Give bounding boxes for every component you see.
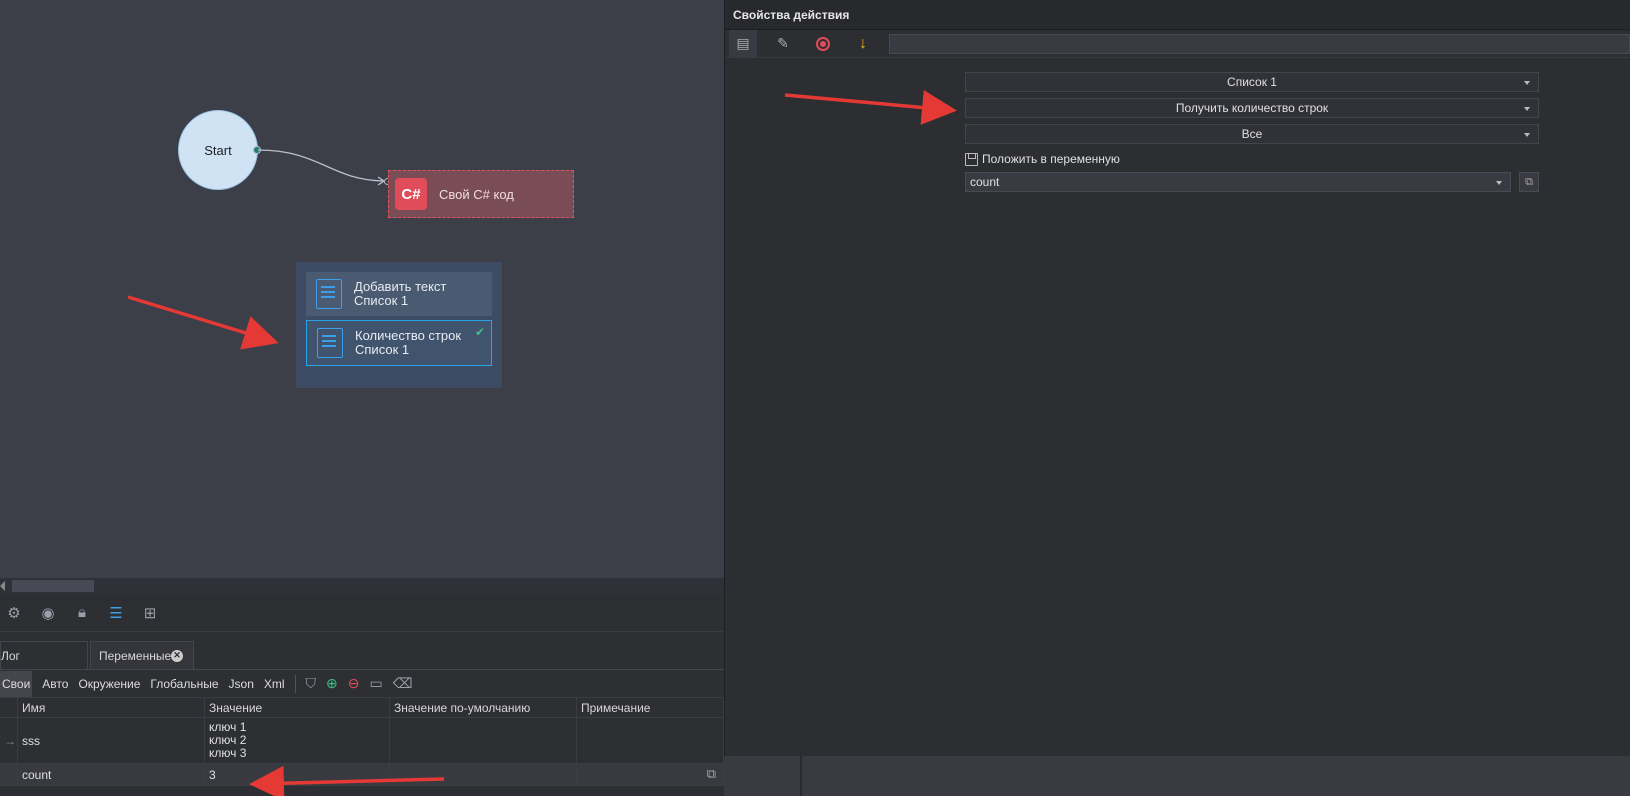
- user-icon[interactable]: ◉: [38, 603, 58, 623]
- properties-form: Список 1 Получить количество строк Все П…: [965, 72, 1539, 192]
- workflow-canvas[interactable]: Start C# Свой C# код Добавить текст Спис…: [0, 0, 724, 578]
- tab-log[interactable]: Лог: [0, 641, 88, 669]
- panel-toolbar: ▤ ✎ ↓: [725, 29, 1630, 58]
- bottom-panel: ⚙ ◉ 🔒︎ ☰ ⊞ Лог Переменные ✕ Свои Авто Ок…: [0, 594, 724, 796]
- add-frame-icon[interactable]: ⊞: [140, 603, 160, 623]
- table-header: Имя Значение Значение по-умолчанию Приме…: [0, 698, 724, 718]
- row-arrow-icon: →: [0, 718, 18, 763]
- record-button[interactable]: [809, 30, 837, 58]
- arrow-down-icon: ↓: [859, 34, 867, 52]
- variables-subtabs: Свои Авто Окружение Глобальные Json Xml …: [0, 670, 724, 698]
- variables-table: Имя Значение Значение по-умолчанию Приме…: [0, 698, 724, 786]
- panel-title: Свойства действия: [725, 0, 1630, 30]
- variable-name[interactable]: sss: [18, 718, 205, 763]
- check-icon: ✔: [474, 325, 485, 339]
- column-header-default[interactable]: Значение по-умолчанию: [390, 698, 577, 717]
- list-icon[interactable]: ☰: [106, 603, 126, 623]
- tab-variables-label: Переменные: [99, 648, 172, 663]
- action-add-text[interactable]: Добавить текст Список 1: [306, 272, 492, 316]
- properties-edit-icon[interactable]: ✎: [769, 30, 797, 58]
- variable-default[interactable]: [390, 718, 577, 763]
- put-into-variable-label: Положить в переменную: [982, 152, 1120, 166]
- put-into-variable-option[interactable]: Положить в переменную: [965, 152, 1539, 166]
- add-icon[interactable]: ⊕: [326, 675, 338, 692]
- subtab-json[interactable]: Json: [229, 677, 254, 691]
- variable-note[interactable]: [577, 764, 724, 785]
- canvas-horizontal-scrollbar[interactable]: [0, 578, 724, 594]
- remove-icon[interactable]: ⊖: [348, 675, 360, 692]
- value-line: ключ 3: [209, 746, 247, 760]
- variable-value[interactable]: 3: [205, 764, 390, 785]
- list-icon: [316, 279, 342, 309]
- toolbar-divider: [294, 674, 296, 693]
- variable-note[interactable]: [577, 718, 724, 763]
- tab-variables[interactable]: Переменные ✕: [90, 641, 194, 669]
- lock-icon[interactable]: 🔒︎: [72, 603, 92, 623]
- bottom-tabs: Лог Переменные ✕: [0, 638, 724, 670]
- close-icon[interactable]: ✕: [171, 649, 183, 662]
- list-select[interactable]: Список 1: [965, 72, 1539, 92]
- table-row[interactable]: count 3 ⧉: [0, 764, 724, 786]
- scope-select[interactable]: Все: [965, 124, 1539, 144]
- column-header-note[interactable]: Примечание: [577, 698, 724, 717]
- gear-icon[interactable]: ⚙: [4, 603, 24, 623]
- variable-select[interactable]: count: [965, 172, 1511, 192]
- step-down-button[interactable]: ↓: [849, 30, 877, 58]
- action-title: Количество строк: [355, 328, 462, 343]
- row-indicator: [0, 764, 18, 785]
- subtab-auto[interactable]: Авто: [42, 677, 68, 691]
- list-icon: [317, 328, 343, 358]
- subtab-global[interactable]: Глобальные: [150, 677, 218, 691]
- scrollbar-thumb[interactable]: [12, 580, 94, 592]
- copy-icon[interactable]: ⧉: [1519, 172, 1539, 192]
- save-icon: [965, 152, 978, 166]
- subtab-xml[interactable]: Xml: [264, 677, 285, 691]
- footer-divider: [800, 756, 802, 796]
- eraser-icon[interactable]: ⌫: [393, 675, 413, 692]
- action-properties-panel: Свойства действия ▤ ✎ ↓ Список 1 Получит…: [724, 0, 1630, 756]
- action-title: Добавить текст: [354, 279, 447, 294]
- variable-name[interactable]: count: [18, 764, 205, 785]
- action-subtitle: Список 1: [355, 342, 410, 357]
- tab-log-label: Лог: [1, 648, 20, 663]
- variable-value[interactable]: ключ 1 ключ 2 ключ 3: [205, 718, 390, 763]
- action-group[interactable]: Добавить текст Список 1 Количество строк…: [296, 262, 502, 388]
- table-row[interactable]: → sss ключ 1 ключ 2 ключ 3: [0, 718, 724, 764]
- bottom-icon-bar: ⚙ ◉ 🔒︎ ☰ ⊞: [0, 594, 724, 632]
- column-header-value[interactable]: Значение: [205, 698, 390, 717]
- column-header-name[interactable]: Имя: [18, 698, 205, 717]
- csharp-code-node[interactable]: C# Свой C# код: [388, 170, 574, 218]
- copy-icon[interactable]: ⧉: [707, 766, 716, 782]
- row-indicator-header: [0, 698, 18, 717]
- csharp-icon: C#: [395, 178, 427, 210]
- scroll-left-icon[interactable]: [0, 581, 5, 591]
- action-subtitle: Список 1: [354, 293, 409, 308]
- filter-icon[interactable]: ⛉: [306, 675, 317, 692]
- csharp-node-label: Свой C# код: [439, 186, 514, 202]
- action-row-count[interactable]: Количество строк Список 1 ✔: [306, 320, 492, 366]
- record-icon: [816, 36, 830, 51]
- variable-default[interactable]: [390, 764, 577, 785]
- subtab-own[interactable]: Свои: [0, 670, 33, 697]
- subtab-environment[interactable]: Окружение: [78, 677, 140, 691]
- operation-select[interactable]: Получить количество строк: [965, 98, 1539, 118]
- panel-search-input[interactable]: [889, 33, 1630, 54]
- columns-icon[interactable]: ▭: [370, 675, 383, 692]
- panel-footer: [724, 756, 1630, 796]
- variable-row: count ⧉: [965, 172, 1539, 192]
- properties-settings-icon[interactable]: ▤: [729, 29, 757, 58]
